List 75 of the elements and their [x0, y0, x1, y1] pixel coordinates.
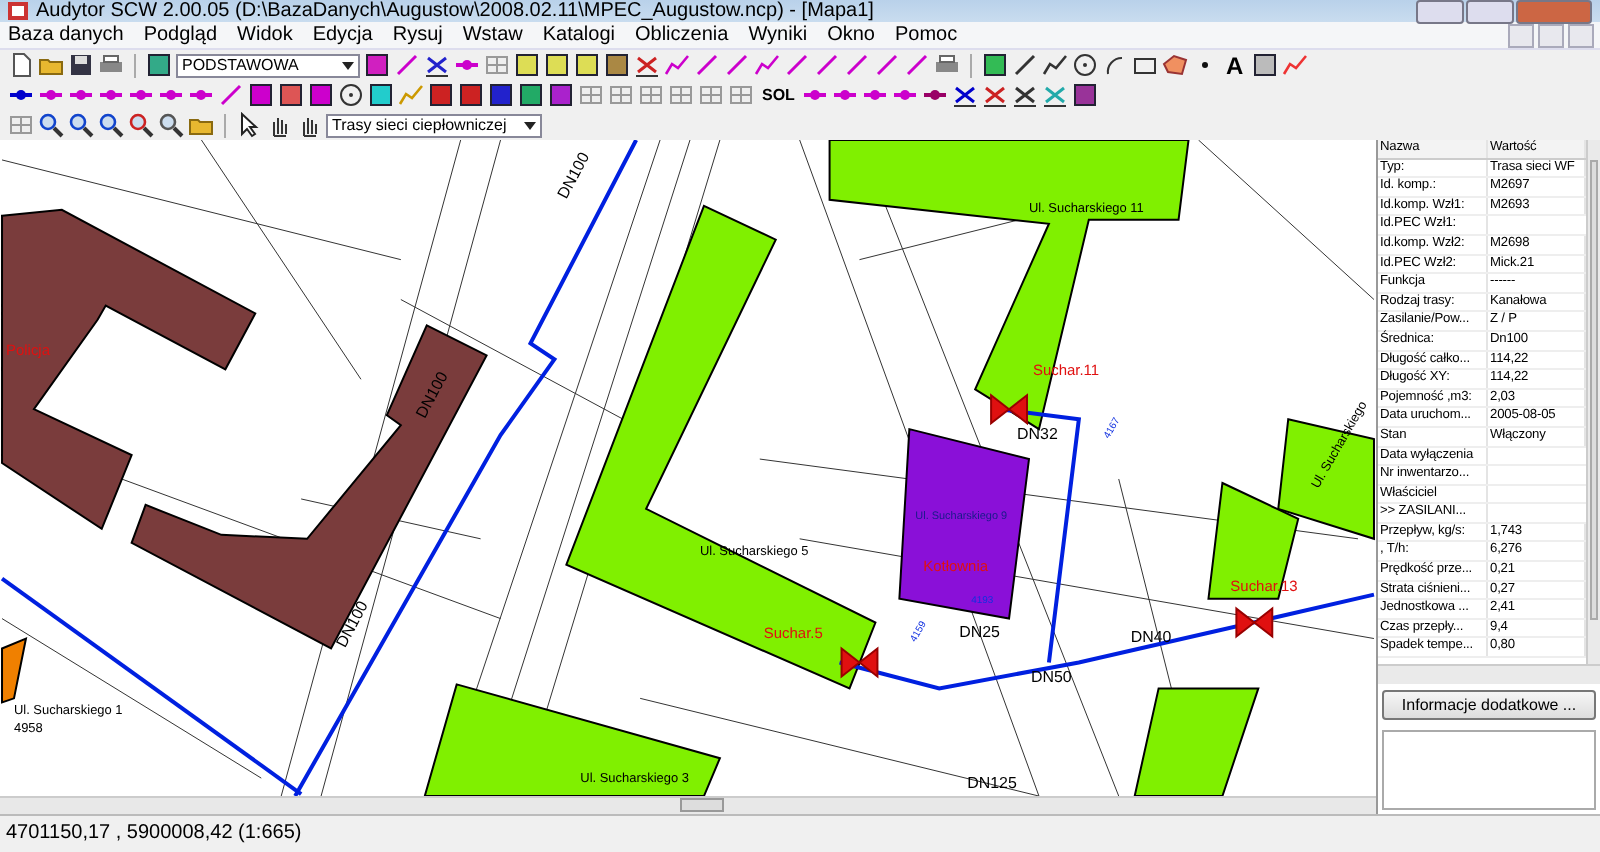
pipe-end-icon[interactable]	[218, 82, 244, 108]
color-pen-icon[interactable]	[1281, 52, 1308, 78]
valve-icon[interactable]	[1012, 82, 1039, 108]
delete-layer-icon[interactable]	[634, 52, 660, 78]
details-button[interactable]: Informacje dodatkowe ...	[1382, 690, 1596, 720]
route-icon[interactable]	[664, 52, 690, 78]
save-icon[interactable]	[68, 52, 94, 78]
rectangle-tool-icon[interactable]	[1132, 52, 1158, 78]
layer-dropdown[interactable]: PODSTAWOWA	[176, 53, 360, 77]
valve-icon[interactable]	[982, 82, 1009, 108]
menu-item[interactable]: Okno	[827, 24, 875, 46]
zoom-out-icon[interactable]	[158, 112, 184, 138]
building-shape[interactable]	[1, 208, 257, 531]
building-shape[interactable]	[423, 683, 722, 797]
map-canvas[interactable]	[0, 140, 1376, 797]
sol-button[interactable]: SOL	[758, 86, 799, 104]
fitting-icon[interactable]	[338, 82, 364, 108]
pipe-edit-icon[interactable]	[394, 52, 420, 78]
pipe-line-icon[interactable]	[844, 52, 870, 78]
zoom-window-icon[interactable]	[68, 112, 94, 138]
map-label: DN25	[959, 622, 1000, 641]
horizontal-scrollbar[interactable]	[0, 796, 1376, 814]
menu-item[interactable]: Widok	[237, 24, 293, 46]
heating-pipe[interactable]	[839, 592, 1375, 691]
color-swatch-icon[interactable]	[364, 52, 390, 78]
building-shape[interactable]	[130, 324, 488, 650]
building-shape[interactable]	[1, 636, 28, 704]
pipe-line-icon[interactable]	[814, 52, 840, 78]
menu-item[interactable]: Rysuj	[392, 24, 443, 46]
menu-item[interactable]: Podgląd	[143, 24, 218, 46]
pipe-line-icon[interactable]	[724, 52, 750, 78]
map-label: DN32	[1017, 425, 1058, 444]
text-tool-button[interactable]: A	[1222, 53, 1248, 77]
printer-icon[interactable]	[98, 52, 124, 78]
building-shape[interactable]	[1207, 481, 1300, 600]
window-title: Audytor SCW 2.00.05 (D:\BazaDanych\Augustow\2008.02.11\MPEC_Augustow.ncp) - [Mapa1]	[36, 0, 874, 22]
menu-item[interactable]: Wyniki	[748, 24, 808, 46]
pipe-line-icon[interactable]	[784, 52, 810, 78]
menu-item[interactable]: Wstaw	[462, 24, 523, 46]
circle-tool-icon[interactable]	[1072, 52, 1098, 78]
pipe-split-icon[interactable]	[424, 52, 450, 78]
pipe-line-icon[interactable]	[694, 52, 720, 78]
maximize-button[interactable]	[1466, 0, 1514, 24]
pipe-zigzag-icon[interactable]	[754, 52, 780, 78]
line-tool-icon[interactable]	[1012, 52, 1038, 78]
horizontal-scrollbar[interactable]	[1378, 664, 1600, 684]
menu-item[interactable]: Obliczenia	[635, 24, 729, 46]
menu-item[interactable]: Pomoc	[894, 24, 958, 46]
valve-marker[interactable]	[1235, 606, 1274, 639]
coordinates-text: 4701150,17 , 5900008,42 (1:665)	[6, 821, 302, 843]
polyline-tool-icon[interactable]	[1042, 52, 1068, 78]
valve-icon[interactable]	[952, 82, 979, 108]
pipe-line-icon[interactable]	[874, 52, 900, 78]
node-grid-icon[interactable]	[484, 52, 510, 78]
zoom-icon[interactable]	[38, 112, 64, 138]
restore-button[interactable]	[1538, 23, 1564, 47]
zoom-in-icon[interactable]	[128, 112, 154, 138]
menu-item[interactable]: Edycja	[312, 24, 373, 46]
arc-tool-icon[interactable]	[1102, 52, 1128, 78]
pipe-line-icon[interactable]	[904, 52, 930, 78]
select-cursor-icon[interactable]	[236, 112, 262, 138]
minimize-button[interactable]	[1416, 0, 1464, 24]
network-dropdown[interactable]: Trasy sieci ciepłowniczej	[326, 113, 542, 137]
vertical-scrollbar[interactable]	[1586, 140, 1600, 664]
valve-marker[interactable]	[840, 646, 879, 679]
menu-item[interactable]: Katalogi	[542, 24, 615, 46]
minimize-button[interactable]	[1508, 23, 1534, 47]
zoom-extent-icon[interactable]	[98, 112, 124, 138]
map-label: DN50	[1031, 668, 1072, 687]
close-button[interactable]	[1568, 23, 1594, 47]
valve-icon[interactable]	[1042, 82, 1069, 108]
building-shape[interactable]	[1133, 687, 1260, 797]
heating-pipe[interactable]	[0, 577, 303, 796]
map-label: DN40	[1130, 628, 1172, 647]
menu-item[interactable]: Baza danych	[8, 24, 124, 46]
